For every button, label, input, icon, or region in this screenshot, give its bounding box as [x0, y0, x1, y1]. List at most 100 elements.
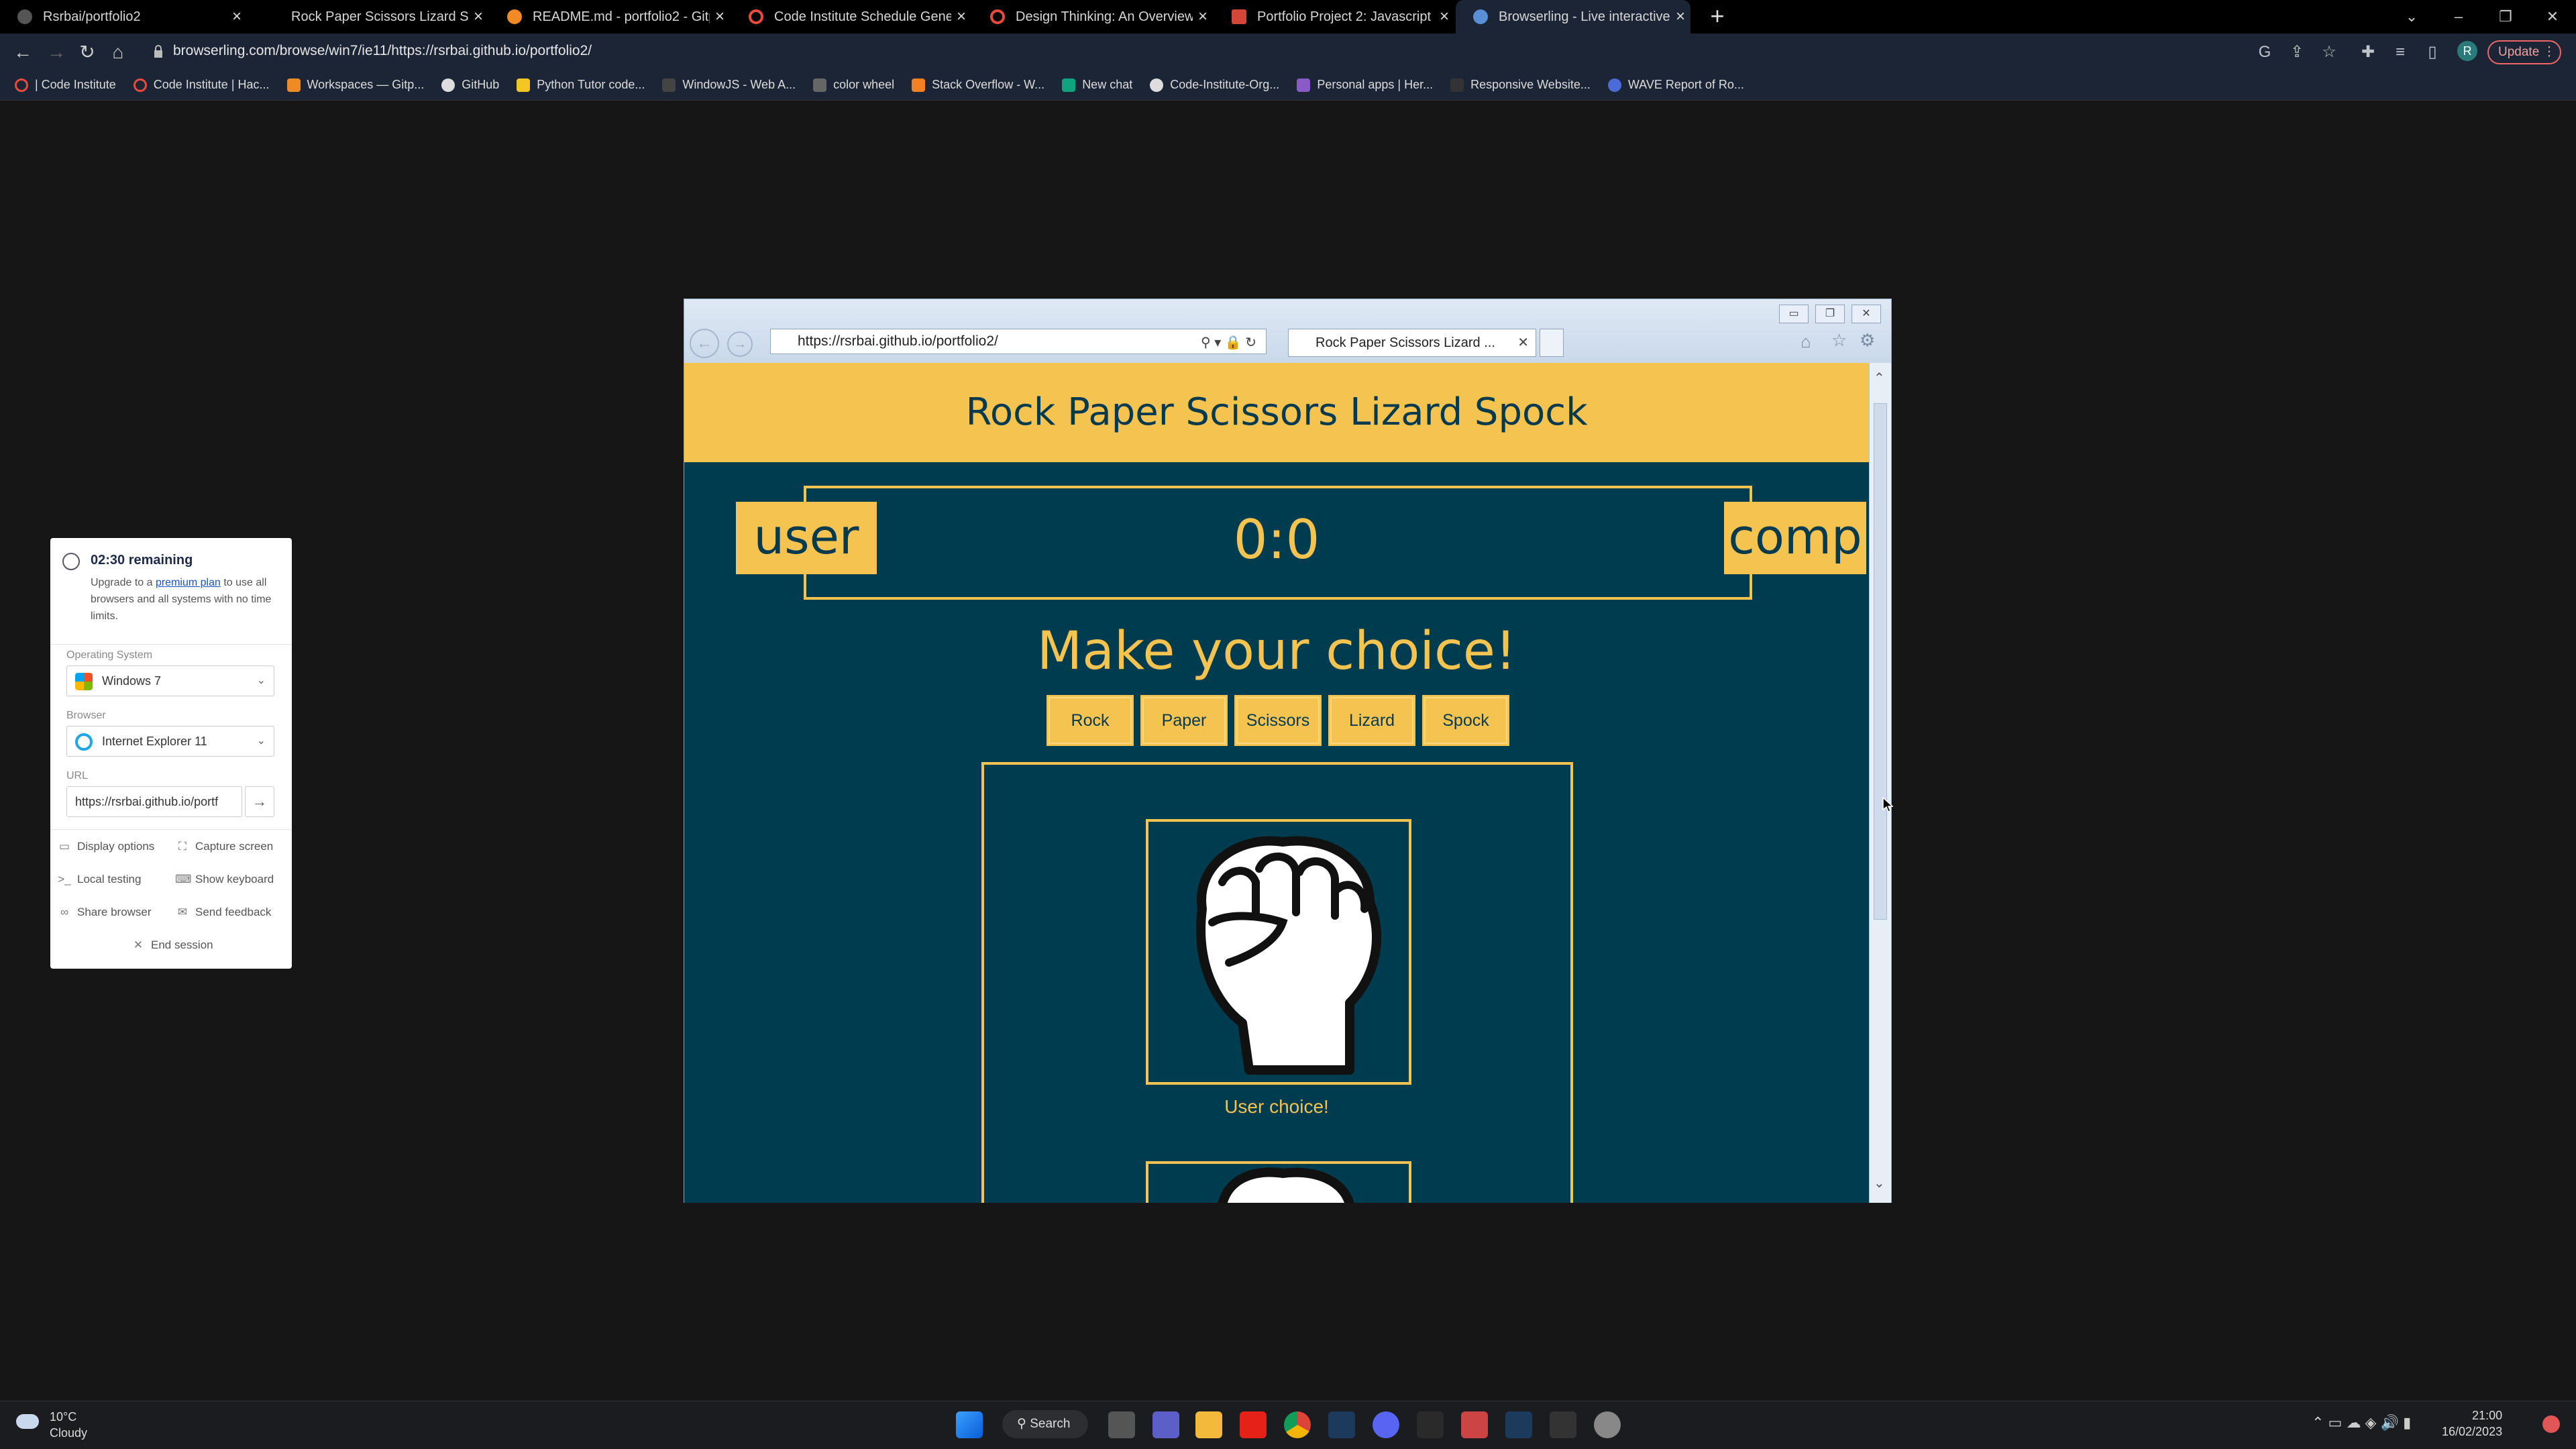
ie-favorites-icon[interactable]: ☆ [1831, 330, 1847, 351]
ie-minimize-button[interactable]: ▭ [1779, 305, 1809, 323]
bookmark-item[interactable]: Responsive Website... [1450, 78, 1591, 92]
tab-browserling[interactable]: Browserling - Live interactive cro× [1456, 0, 1690, 34]
start-icon[interactable] [956, 1411, 983, 1438]
bookmark-item[interactable]: New chat [1062, 78, 1132, 92]
gmail-icon [1232, 9, 1246, 24]
task-view-icon[interactable] [1108, 1411, 1135, 1438]
star-icon[interactable]: ☆ [2317, 40, 2341, 64]
home-icon[interactable]: ⌂ [105, 39, 131, 66]
close-icon[interactable]: × [227, 7, 247, 26]
ie-forward-icon[interactable]: → [727, 331, 753, 357]
bookmark-item[interactable]: GitHub [441, 78, 499, 92]
scrollbar[interactable]: ⌃ ⌄ [1869, 363, 1891, 1203]
steam-icon[interactable] [1505, 1411, 1532, 1438]
bookmark-item[interactable]: Stack Overflow - W... [912, 78, 1044, 92]
bookmark-item[interactable]: | Code Institute [15, 78, 116, 92]
rock-button[interactable]: Rock [1046, 695, 1134, 746]
ie-home-icon[interactable]: ⌂ [1801, 331, 1811, 352]
app-icon[interactable] [1417, 1411, 1444, 1438]
close-icon[interactable]: ✕ [1517, 329, 1529, 356]
close-icon[interactable]: × [710, 7, 730, 26]
close-icon[interactable]: × [1434, 7, 1454, 26]
ie-close-button[interactable]: ✕ [1851, 305, 1881, 323]
scrollbar-thumb[interactable] [1874, 403, 1887, 920]
upgrade-text: Upgrade to a premium plan to use all bro… [91, 577, 272, 622]
ie-settings-icon[interactable]: ⚙ [1860, 330, 1875, 351]
chevron-down-icon[interactable]: ⌄ [1874, 1175, 1885, 1191]
file-explorer-icon[interactable] [1195, 1411, 1222, 1438]
close-icon[interactable]: × [1193, 7, 1213, 26]
steam-icon[interactable] [1328, 1411, 1355, 1438]
ie-tab[interactable]: Rock Paper Scissors Lizard ... ✕ [1288, 329, 1536, 357]
app-icon[interactable] [1461, 1411, 1488, 1438]
extensions-icon[interactable]: ✚ [2356, 40, 2380, 64]
back-icon[interactable]: ← [9, 39, 36, 66]
bookmark-item[interactable]: Python Tutor code... [517, 78, 645, 92]
browser-select[interactable]: Internet Explorer 11 ⌄ [66, 726, 274, 757]
share-icon[interactable]: ⇪ [2285, 40, 2309, 64]
display-options-button[interactable]: ▭ Display options [57, 840, 154, 853]
close-window-button[interactable]: ✕ [2529, 0, 2576, 34]
ie-restore-button[interactable]: ❐ [1815, 305, 1845, 323]
discord-icon[interactable] [1373, 1411, 1399, 1438]
restore-button[interactable]: ❐ [2482, 0, 2529, 34]
premium-plan-link[interactable]: premium plan [156, 577, 221, 588]
chevron-up-icon[interactable]: ⌃ [1874, 370, 1885, 386]
taskbar-search[interactable]: ⚲ Search [1002, 1410, 1088, 1438]
google-icon[interactable]: G [2253, 40, 2277, 64]
os-select[interactable]: Windows 7 ⌄ [66, 665, 274, 696]
side-panel-icon[interactable]: ▯ [2420, 40, 2445, 64]
reload-icon[interactable]: ↻ [74, 39, 101, 66]
bookmark-item[interactable]: WindowJS - Web A... [662, 78, 796, 92]
system-tray-icons[interactable]: ⌃ ▭ ☁ ◈ 🔊 ▮ [2312, 1414, 2411, 1432]
link-icon: ∞ [60, 906, 69, 918]
scissors-button[interactable]: Scissors [1234, 695, 1322, 746]
teams-icon[interactable] [1152, 1411, 1179, 1438]
close-icon[interactable]: × [951, 7, 971, 26]
send-feedback-button[interactable]: ✉ Send feedback [175, 906, 272, 919]
ie-new-tab-button[interactable] [1540, 329, 1564, 357]
minimize-button[interactable]: – [2435, 0, 2482, 34]
tab-rpsls[interactable]: Rock Paper Scissors Lizard Spock× [248, 0, 488, 34]
end-session-button[interactable]: ✕ End session [131, 938, 213, 952]
bookmark-item[interactable]: Code-Institute-Org... [1150, 78, 1279, 92]
notification-icon[interactable] [2542, 1415, 2560, 1433]
ie-back-icon[interactable]: ← [690, 329, 719, 358]
app-icon[interactable] [1550, 1411, 1576, 1438]
clock[interactable]: 21:00 16/02/2023 [2442, 1407, 2502, 1440]
tab-schedule[interactable]: Code Institute Schedule Generati× [731, 0, 971, 34]
tab-portfolio-project[interactable]: Portfolio Project 2: Javascript Ess× [1214, 0, 1454, 34]
bookmark-item[interactable]: Personal apps | Her... [1297, 78, 1433, 92]
go-arrow-icon[interactable]: → [245, 786, 274, 817]
tab-github[interactable]: Rsrbai/portfolio2 × [0, 0, 247, 34]
bookmark-item[interactable]: WAVE Report of Ro... [1607, 78, 1744, 92]
forward-icon[interactable]: → [43, 39, 70, 66]
tab-readme[interactable]: README.md - portfolio2 - Gitpo × [490, 0, 730, 34]
bookmark-item[interactable]: Code Institute | Hac... [133, 78, 270, 92]
local-testing-button[interactable]: >_ Local testing [57, 873, 141, 886]
lizard-button[interactable]: Lizard [1328, 695, 1415, 746]
youtube-icon[interactable] [1240, 1411, 1267, 1438]
close-icon[interactable]: × [468, 7, 488, 26]
bookmark-item[interactable]: Workspaces — Gitp... [286, 78, 424, 92]
update-button[interactable]: Update ⋮ [2487, 40, 2561, 64]
weather-widget[interactable]: 10°C Cloudy [16, 1409, 87, 1441]
avatar[interactable]: R [2457, 41, 2477, 61]
bookmark-item[interactable]: color wheel [813, 78, 894, 92]
settings-icon[interactable] [1594, 1411, 1621, 1438]
tab-search-icon[interactable]: ⌄ [2388, 0, 2435, 34]
close-icon[interactable]: × [1670, 7, 1690, 26]
url-input[interactable]: https://rsrbai.github.io/portf [66, 786, 242, 817]
spock-button[interactable]: Spock [1422, 695, 1509, 746]
reading-list-icon[interactable]: ≡ [2388, 40, 2412, 64]
tab-design-thinking[interactable]: Design Thinking: An Overview | D× [973, 0, 1213, 34]
new-tab-button[interactable]: + [1704, 0, 1731, 34]
chrome-icon[interactable] [1284, 1411, 1311, 1438]
share-browser-button[interactable]: ∞ Share browser [57, 906, 152, 919]
ie-search-icon[interactable]: ⚲ ▾ 🔒 ↻ [1201, 334, 1256, 351]
show-keyboard-button[interactable]: ⌨ Show keyboard [175, 873, 274, 886]
ie-address-bar[interactable]: https://rsrbai.github.io/portfolio2/ [770, 329, 1267, 354]
close-icon: ✕ [133, 938, 144, 951]
paper-button[interactable]: Paper [1140, 695, 1228, 746]
capture-screen-button[interactable]: ⛶ Capture screen [175, 840, 273, 853]
